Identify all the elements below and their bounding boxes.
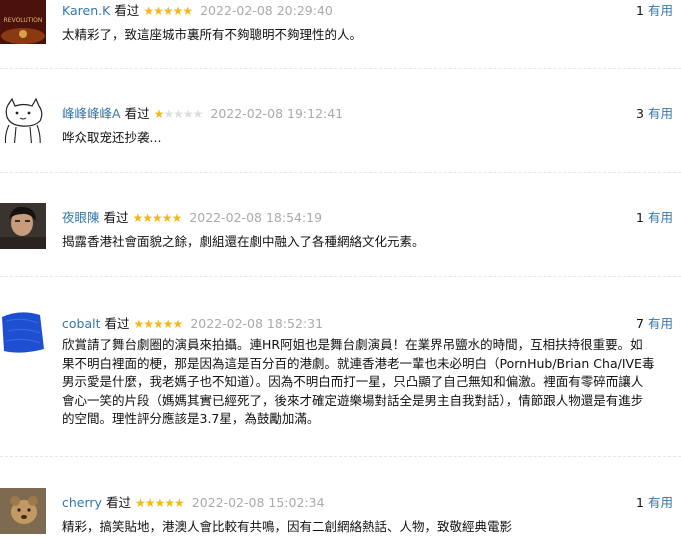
timestamp: 2022-02-08 19:12:41 xyxy=(210,106,344,121)
seen-label: 看过 xyxy=(104,316,130,331)
star-icon: ★ xyxy=(153,107,165,121)
rating-stars: ★★★★★ xyxy=(133,317,184,331)
avatar[interactable] xyxy=(0,488,46,534)
avatar[interactable] xyxy=(0,203,46,249)
timestamp: 2022-02-08 20:29:40 xyxy=(200,3,333,18)
username[interactable]: 夜眼陳 xyxy=(62,210,100,225)
seen-label: 看过 xyxy=(114,3,140,18)
timestamp: 2022-02-08 18:54:19 xyxy=(189,210,323,225)
username[interactable]: Karen.K xyxy=(62,3,110,18)
avatar-image xyxy=(0,203,46,249)
username[interactable]: cherry xyxy=(62,495,102,510)
timestamp: 2022-02-08 18:52:31 xyxy=(190,316,324,331)
avatar-image: REVOLUTION xyxy=(0,0,46,44)
useful-button[interactable]: 有用 xyxy=(648,495,673,510)
review-content: 揭露香港社會面貌之餘，劇組還在劇中融入了各種網絡文化元素。 xyxy=(62,234,425,249)
useful-count: 7 xyxy=(636,316,644,331)
useful-count: 1 xyxy=(636,495,644,510)
star-icon: ★★★★★ xyxy=(143,4,193,18)
star-empty-icon: ★★★★ xyxy=(163,107,203,121)
seen-label: 看过 xyxy=(103,210,129,225)
useful-button[interactable]: 有用 xyxy=(648,106,673,121)
username[interactable]: cobalt xyxy=(62,316,101,331)
useful-vote[interactable]: 1 有用 xyxy=(636,492,673,511)
review-line: 果不明白裡面的梗，那是因為這是百分百的港劇。就連香港老一輩也未必明白（PornH… xyxy=(62,355,655,371)
useful-button[interactable]: 有用 xyxy=(648,316,673,331)
useful-vote[interactable]: 7 有用 xyxy=(636,313,673,332)
review-content: 欣賞請了舞台劇圈的演員來拍攝。連HR阿姐也是舞台劇演員！在業界吊鹽水的時間，互相… xyxy=(62,336,673,429)
useful-vote[interactable]: 3 有用 xyxy=(636,103,673,122)
rating-stars: ★★★★★ xyxy=(134,496,185,510)
username[interactable]: 峰峰峰峰A xyxy=(62,106,121,121)
useful-button[interactable]: 有用 xyxy=(648,3,673,18)
star-icon: ★★★★★ xyxy=(134,496,185,510)
star-icon: ★★★★★ xyxy=(133,317,184,331)
review-content: 太精彩了，致這座城市裏所有不夠聰明不夠理性的人。 xyxy=(62,27,363,42)
avatar-image xyxy=(4,97,43,143)
divider xyxy=(0,456,681,457)
avatar-image xyxy=(0,488,46,534)
timestamp: 2022-02-08 15:02:34 xyxy=(191,495,325,510)
review-line: 的空間。理性評分應該是3.7星，為鼓勵加滿。 xyxy=(62,411,320,426)
review-content: 哗众取宠还抄袭... xyxy=(62,130,162,145)
rating-stars: ★★★★★ xyxy=(143,4,193,18)
useful-vote[interactable]: 1 有用 xyxy=(636,207,673,226)
useful-button[interactable]: 有用 xyxy=(648,210,673,225)
useful-count: 3 xyxy=(636,106,644,121)
avatar-text: REVOLUTION xyxy=(4,17,43,24)
seen-label: 看过 xyxy=(105,495,131,510)
rating-stars: ★★★★★ xyxy=(132,211,183,225)
avatar[interactable]: REVOLUTION xyxy=(0,0,46,44)
useful-count: 1 xyxy=(636,3,644,18)
useful-vote[interactable]: 1 有用 xyxy=(636,0,673,19)
rating-stars: ★★★★★ xyxy=(153,107,204,121)
divider xyxy=(0,68,681,69)
review-line: 會心一笑的片段（媽媽其實已經死了，後來才確定遊樂場對話全是男主自我對話），情節跟… xyxy=(62,392,644,408)
star-icon: ★★★★★ xyxy=(132,211,183,225)
avatar[interactable] xyxy=(0,309,46,355)
seen-label: 看过 xyxy=(124,106,150,121)
divider xyxy=(0,276,681,277)
avatar[interactable] xyxy=(0,97,46,143)
useful-count: 1 xyxy=(636,210,644,225)
divider xyxy=(0,172,681,173)
review-line: 欣賞請了舞台劇圈的演員來拍攝。連HR阿姐也是舞台劇演員！在業界吊鹽水的時間，互相… xyxy=(62,337,643,352)
avatar-image xyxy=(2,312,44,353)
review-line: 男示愛是什麼，我老媽子也不知道）。因為不明白而打一星，只凸顯了自己無知和偏激。裡… xyxy=(62,374,644,389)
